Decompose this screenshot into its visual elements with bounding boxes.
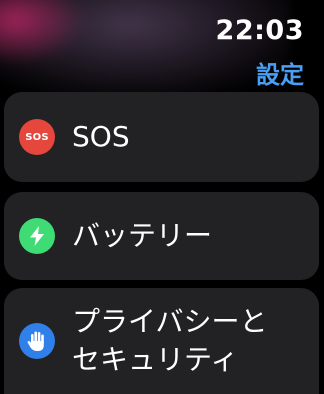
menu-item-sos-label: SOS bbox=[72, 120, 130, 153]
menu-item-privacy-security-label: プライバシーと セキュリティ bbox=[72, 303, 267, 379]
privacy-label-line1: プライバシーと bbox=[72, 305, 268, 338]
status-time: 22:03 bbox=[215, 15, 304, 46]
menu-item-battery[interactable]: バッテリー bbox=[4, 192, 319, 280]
battery-bolt-icon bbox=[19, 218, 55, 254]
menu-item-privacy-security[interactable]: プライバシーと セキュリティ bbox=[4, 288, 319, 394]
hand-glyph bbox=[27, 331, 44, 351]
raised-hand-icon bbox=[19, 323, 55, 359]
privacy-label-line2: セキュリティ bbox=[72, 343, 239, 376]
back-to-settings-link[interactable]: 設定 bbox=[256, 55, 304, 90]
menu-item-sos[interactable]: SOS SOS bbox=[4, 92, 319, 182]
sos-icon-text: SOS bbox=[25, 131, 49, 143]
menu-item-battery-label: バッテリー bbox=[72, 219, 213, 252]
bolt-glyph bbox=[30, 226, 44, 246]
sos-icon: SOS bbox=[19, 119, 55, 155]
settings-screen: 22:03 設定 SOS SOS バッテリー プライバシーと セキュリティ bbox=[0, 0, 324, 394]
